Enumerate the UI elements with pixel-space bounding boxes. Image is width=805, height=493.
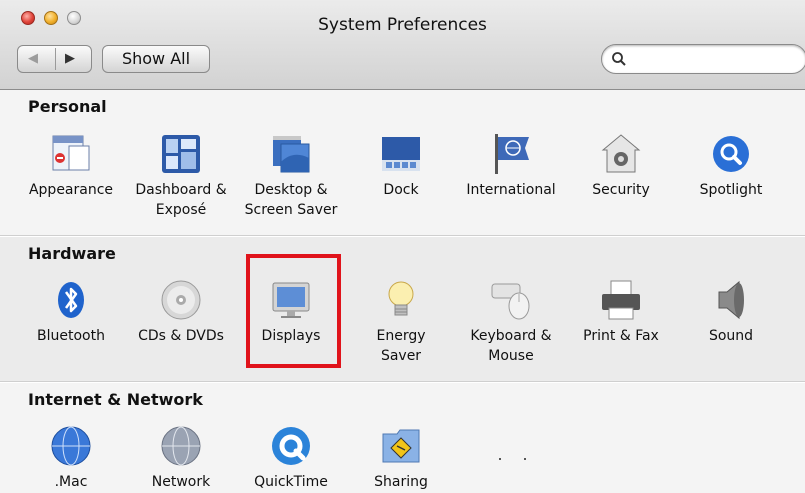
lightbulb-icon [388,281,414,316]
international-icon [495,134,529,174]
pref-label: Dock [383,182,419,198]
pref-label: Sharing [374,474,428,490]
forward-arrow-icon[interactable]: ▶ [65,50,75,68]
dashboard-icon [162,135,200,173]
pref-label: CDs & DVDs [138,328,224,344]
pref-label: Energy Saver [376,328,426,364]
pref-label: QuickTime [254,474,328,490]
pref-dashboard-expose[interactable]: Dashboard & Exposé [126,132,236,220]
mac-globe-icon [51,426,91,466]
desktop-icon [273,136,310,173]
cd-icon [161,280,201,320]
section-title: Personal [28,97,107,116]
pref-spotlight[interactable]: Spotlight [676,132,786,200]
pref-label: Spotlight [699,182,763,198]
section-title: Internet & Network [28,390,203,409]
printer-icon [602,280,640,320]
bluetooth-icon [58,282,84,318]
pref-label: Network [151,474,211,490]
pref-keyboard-mouse[interactable]: Keyboard & Mouse [456,278,566,366]
pref-label: .Mac [54,474,88,490]
back-arrow-icon[interactable]: ◀ [28,50,38,68]
pref-cds-dvds[interactable]: CDs & DVDs [126,278,236,346]
dock-icon [382,137,420,171]
spotlight-icon [713,136,749,172]
pref-sharing[interactable]: Sharing [346,424,456,492]
pref-desktop-screen-saver[interactable]: Desktop & Screen Saver [236,132,346,220]
pref-bluetooth[interactable]: Bluetooth [16,278,126,346]
pref-appearance[interactable]: Appearance [16,132,126,200]
pref-label: Print & Fax [583,328,659,344]
pref-label: Keyboard & Mouse [470,328,552,364]
speaker-icon [718,280,744,320]
pref-label: Bluetooth [37,328,105,344]
sharing-icon [382,429,420,463]
pref-international[interactable]: International [456,132,566,200]
pref-sound[interactable]: Sound [676,278,786,346]
pref-label: Desktop & Screen Saver [244,182,338,218]
show-all-button[interactable]: Show All [102,45,210,73]
pref-label: Appearance [28,182,114,198]
quicktime-icon [272,427,310,465]
pref-energy-saver[interactable]: Energy Saver [346,278,456,366]
network-icon [161,426,201,466]
pref-quicktime[interactable]: QuickTime [236,424,346,492]
system-preferences-window: System Preferences ◀ ▶ Show All Personal… [0,0,805,493]
pref-label: Security [592,182,650,198]
dot-artifact [499,458,501,460]
pref-security[interactable]: Security [566,132,676,200]
pref-label: Sound [708,328,754,344]
dot-artifact [524,458,526,460]
security-icon [601,134,641,173]
appearance-icon [52,135,90,171]
pref-network[interactable]: Network [126,424,236,492]
toolbar: System Preferences ◀ ▶ Show All [0,0,805,90]
search-icon [612,52,626,66]
window-title: System Preferences [318,15,487,35]
pref-label: Dashboard & Exposé [135,182,227,218]
search-field[interactable] [601,44,805,74]
pref-label: International [466,182,556,198]
section-title: Hardware [28,244,116,263]
back-forward-control: ◀ ▶ [17,45,92,73]
pref-dock[interactable]: Dock [346,132,456,200]
displays-highlight-box [246,254,341,368]
nav-divider [55,48,56,70]
pref-mac[interactable]: .Mac [16,424,126,492]
pref-print-fax[interactable]: Print & Fax [566,278,676,346]
keyboard-mouse-icon [491,283,530,320]
